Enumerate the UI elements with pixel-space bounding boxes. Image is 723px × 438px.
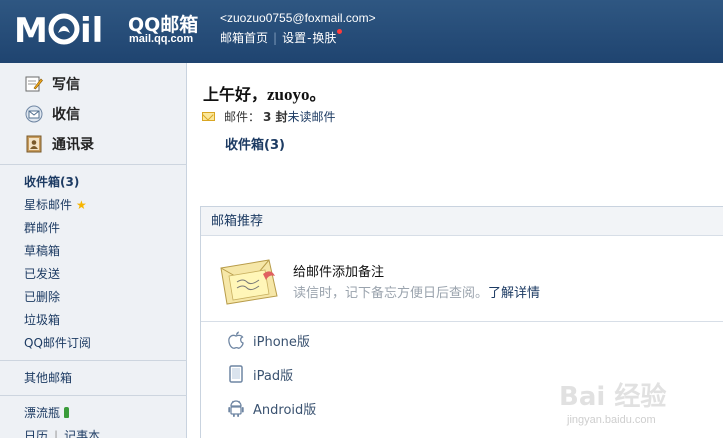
contacts-label: 通讯录 [52, 137, 94, 153]
link-separator: | [54, 429, 59, 438]
sidebar: 写信 收信 通讯录 收件箱(3) 星标邮件★ 群邮件 草稿箱 已发送 已删除 [0, 63, 187, 438]
panel-title: 邮箱推荐 [201, 207, 723, 236]
contacts-icon [26, 135, 42, 153]
compose-label: 写信 [52, 77, 80, 93]
main-content: 上午好，zuoyo。 邮件： 3 封 未读邮件 收件箱(3) 邮箱推荐 给邮件添… [188, 63, 723, 438]
ipad-app-label: iPad版 [253, 368, 294, 384]
memo-note-icon [220, 259, 278, 305]
iphone-app-link[interactable]: iPhone版 [201, 323, 723, 357]
unread-mail-link[interactable]: 未读邮件 [288, 108, 336, 125]
compose-button[interactable]: 写信 [0, 69, 186, 99]
bottle-icon [64, 407, 70, 418]
folder-starred[interactable]: 星标邮件 ★ [0, 194, 186, 217]
top-header: M il QQ邮箱 mail.qq.com <zuozuo0755@foxmai… [0, 0, 723, 63]
recommend-title: 给邮件添加备注 [293, 265, 385, 280]
contacts-button[interactable]: 通讯录 [0, 129, 186, 159]
change-skin-link[interactable]: 换肤 [312, 29, 336, 46]
sidebar-divider [0, 395, 187, 396]
receive-icon [25, 105, 43, 123]
folder-subscriptions[interactable]: QQ邮件订阅 [0, 332, 186, 355]
sidebar-divider [0, 360, 187, 361]
folder-drafts[interactable]: 草稿箱 [0, 240, 186, 263]
new-dot-icon [337, 29, 343, 34]
app-list: iPhone版 iPad版 Android版 [201, 323, 723, 425]
settings-link[interactable]: 设置 [282, 29, 306, 46]
link-separator: | [273, 30, 278, 45]
folder-list: 收件箱(3) 星标邮件 ★ 群邮件 草稿箱 已发送 已删除 垃圾箱 QQ邮件订阅 [0, 171, 186, 355]
notes-link[interactable]: 记事本 [64, 429, 100, 438]
main-nav: 写信 收信 通讯录 [0, 63, 186, 159]
svg-text:il: il [80, 11, 103, 49]
mailbox-home-link[interactable]: 邮箱首页 [220, 29, 268, 46]
mail-count: 3 封 [263, 110, 288, 124]
folder-trash[interactable]: 垃圾箱 [0, 309, 186, 332]
android-app-link[interactable]: Android版 [201, 391, 723, 425]
other-mailbox[interactable]: 其他邮箱 [0, 367, 186, 390]
folder-inbox[interactable]: 收件箱(3) [0, 171, 186, 194]
calendar-link[interactable]: 日历 [24, 429, 48, 438]
ipad-app-link[interactable]: iPad版 [201, 357, 723, 391]
folder-group[interactable]: 群邮件 [0, 217, 186, 240]
recommend-panel: 邮箱推荐 给邮件添加备注 读信时，记下备忘方便日后查阅。了解详情 iPhone版… [200, 206, 723, 438]
foxmail-logo[interactable]: M il [14, 9, 126, 49]
drift-bottle[interactable]: 漂流瓶 [0, 402, 186, 425]
greeting-name: zuoyo [267, 85, 310, 104]
learn-more-link[interactable]: 了解详情 [488, 286, 540, 301]
mail-summary: 邮件： 3 封 未读邮件 [202, 108, 336, 125]
envelope-icon [202, 112, 215, 121]
bottom-links: 日历 | 记事本 [0, 425, 186, 438]
compose-icon [25, 76, 43, 92]
folder-deleted[interactable]: 已删除 [0, 286, 186, 309]
drift-bottle-label: 漂流瓶 [24, 406, 61, 420]
user-email: <zuozuo0755@foxmail.com> [220, 11, 376, 25]
sidebar-divider [0, 164, 187, 165]
greeting-prefix: 上午好， [203, 85, 268, 104]
top-links: 邮箱首页 | 设置 - 换肤 [220, 29, 343, 46]
folder-sent[interactable]: 已发送 [0, 263, 186, 286]
receive-button[interactable]: 收信 [0, 99, 186, 129]
other-folders: 其他邮箱 [0, 367, 186, 390]
apple-icon [228, 331, 244, 349]
receive-label: 收信 [52, 107, 80, 123]
brand-url: mail.qq.com [129, 33, 194, 45]
recommend-desc-text: 读信时，记下备忘方便日后查阅。 [293, 286, 489, 301]
svg-text:M: M [14, 11, 48, 49]
recommend-description: 读信时，记下备忘方便日后查阅。了解详情 [293, 282, 540, 301]
inbox-link[interactable]: 收件箱(3) [225, 134, 285, 153]
android-icon [228, 400, 244, 417]
greeting-suffix: 。 [309, 85, 326, 104]
extras: 漂流瓶 [0, 402, 186, 425]
iphone-app-label: iPhone版 [253, 334, 310, 350]
folder-starred-label: 星标邮件 [24, 198, 73, 212]
android-app-label: Android版 [253, 402, 317, 418]
recommend-item: 给邮件添加备注 读信时，记下备忘方便日后查阅。了解详情 [201, 237, 723, 322]
mail-label: 邮件： [224, 110, 261, 124]
ipad-icon [229, 365, 243, 383]
link-separator: - [307, 30, 312, 45]
star-icon: ★ [76, 198, 87, 212]
greeting: 上午好，zuoyo。 [203, 81, 326, 105]
